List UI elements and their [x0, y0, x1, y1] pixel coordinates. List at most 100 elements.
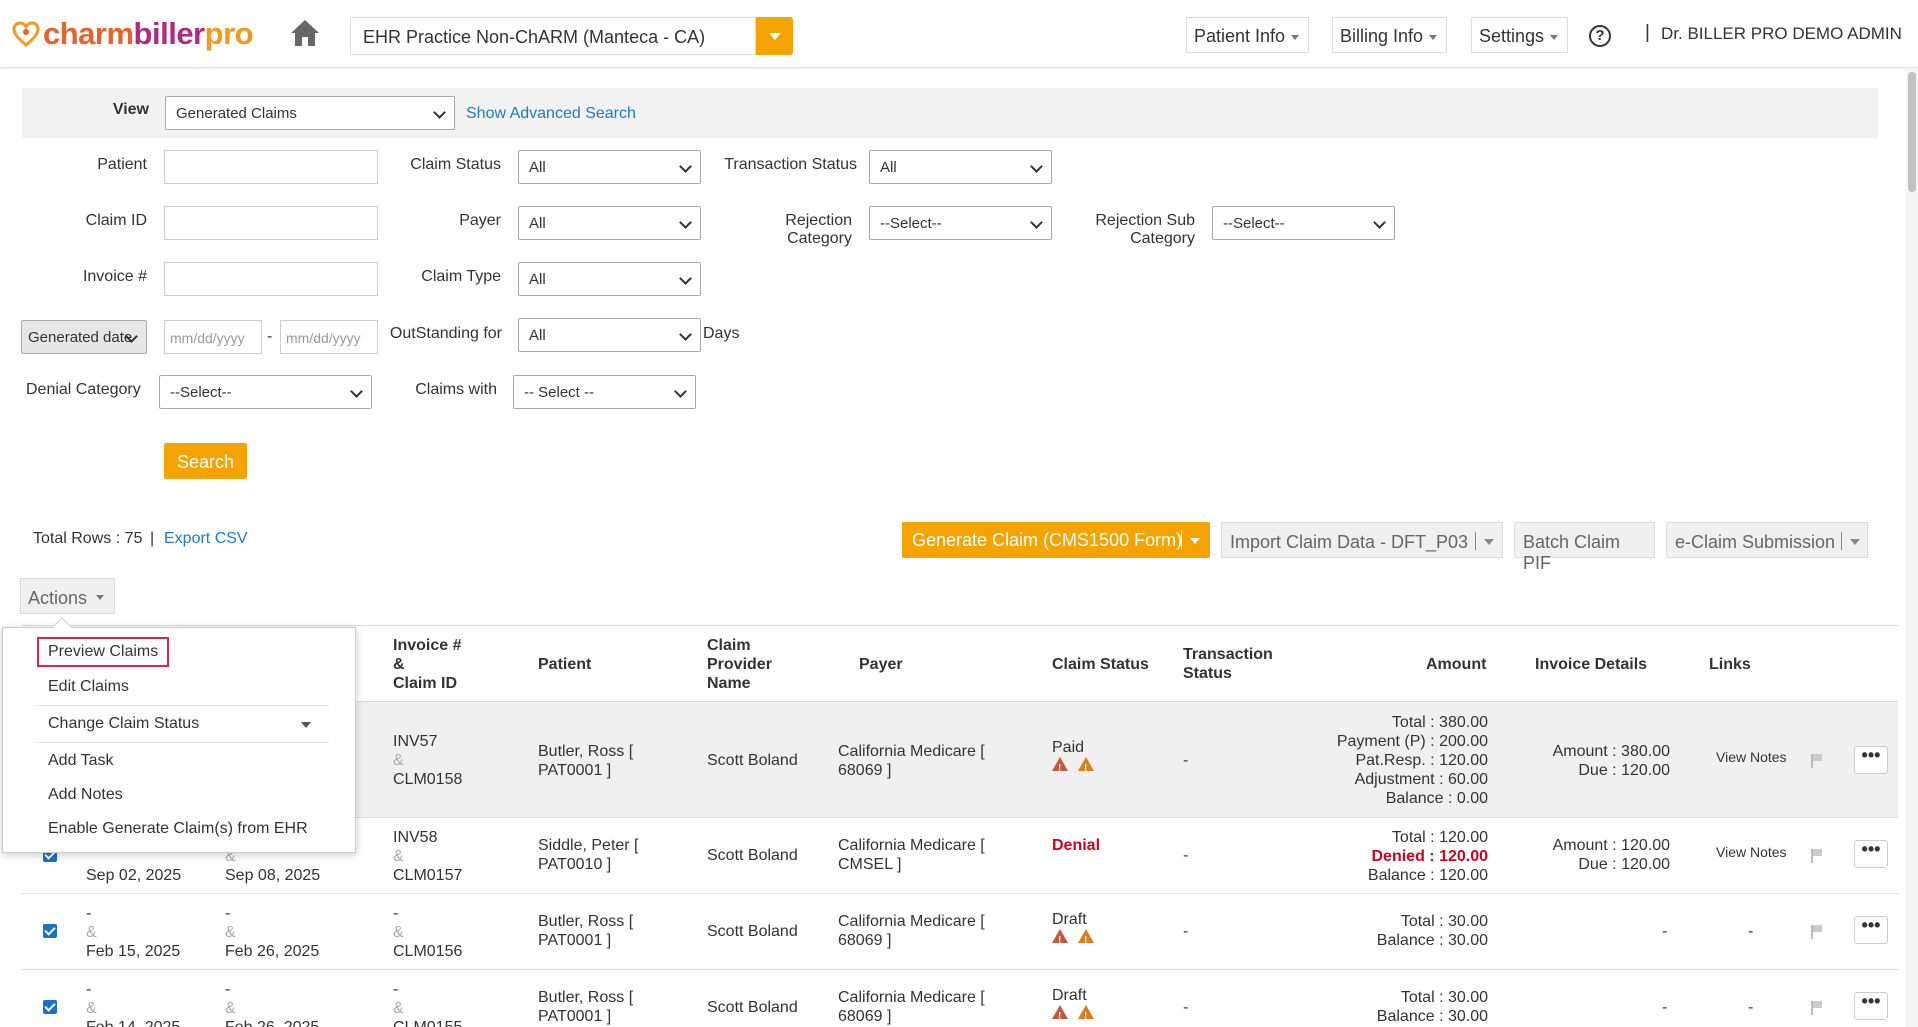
eclaim-label: e-Claim Submission: [1675, 532, 1836, 552]
flag-icon[interactable]: [1811, 754, 1822, 768]
claims-with-select[interactable]: -- Select --: [513, 375, 696, 409]
cell-line: California Medicare [: [838, 743, 985, 760]
menu-item-change-claim-status[interactable]: Change Claim Status: [48, 715, 199, 733]
claim-id[interactable]: CLM0158: [393, 771, 462, 788]
menu-item-enable-generate-claims[interactable]: Enable Generate Claim(s) from EHR: [48, 820, 308, 838]
warning-icon[interactable]: [1052, 1005, 1068, 1026]
payer-cell: California Medicare [CMSEL ]: [838, 836, 985, 874]
date-type-select[interactable]: Generated date: [21, 320, 147, 354]
view-notes-link[interactable]: View Notes: [1716, 843, 1787, 862]
menu-item-preview-claims[interactable]: Preview Claims: [37, 637, 170, 667]
generate-claim-button[interactable]: Generate Claim (CMS1500 Form): [902, 522, 1210, 558]
claim-id[interactable]: CLM0156: [393, 943, 462, 960]
home-icon[interactable]: [289, 18, 321, 48]
patient-cell[interactable]: Butler, Ross [PAT0001 ]: [538, 742, 633, 780]
menu-item-add-task[interactable]: Add Task: [48, 752, 114, 770]
more-options-button[interactable]: •••: [1854, 840, 1888, 868]
patient-input[interactable]: [164, 150, 378, 184]
nav-settings[interactable]: Settings: [1471, 17, 1568, 53]
table-row[interactable]: - & Feb 15, 2025 - & Feb 26, 2025 - & CLM0156 …: [22, 893, 1898, 969]
row-checkbox[interactable]: [43, 924, 57, 938]
more-options-button[interactable]: •••: [1854, 992, 1888, 1020]
warning-icon[interactable]: [1078, 757, 1094, 778]
search-button[interactable]: Search: [164, 443, 247, 479]
col-invoice-claim-id[interactable]: Invoice # & Claim ID: [393, 636, 461, 693]
col-amount[interactable]: Amount: [1426, 655, 1486, 674]
actions-button[interactable]: Actions: [20, 578, 115, 614]
col-invoice-details[interactable]: Invoice Details: [1535, 655, 1647, 674]
help-icon[interactable]: ?: [1589, 25, 1611, 47]
flag-icon[interactable]: [1811, 849, 1822, 863]
scrollbar-thumb[interactable]: [1908, 72, 1916, 192]
warning-icon[interactable]: [1052, 757, 1068, 778]
invoice-claim-cell: - & CLM0155: [393, 980, 462, 1027]
col-provider[interactable]: Claim Provider Name: [707, 636, 772, 693]
table-row[interactable]: -&Feb 14, 2025 -&Feb 26, 2025 -&CLM0155 …: [22, 969, 1898, 1027]
col-payer[interactable]: Payer: [859, 655, 903, 674]
eclaim-submission-button[interactable]: e-Claim Submission: [1666, 522, 1868, 558]
batch-claim-button[interactable]: Batch Claim PIF: [1514, 522, 1655, 573]
menu-item-edit-claims[interactable]: Edit Claims: [48, 678, 129, 696]
nav-patient-info[interactable]: Patient Info: [1186, 17, 1309, 53]
rejection-category-select[interactable]: --Select--: [869, 206, 1052, 240]
header-line: Status: [1183, 665, 1232, 682]
denial-category-select[interactable]: --Select--: [159, 375, 372, 409]
patient-cell[interactable]: Butler, Ross [PAT0001 ]: [538, 988, 633, 1026]
claim-status-select[interactable]: All: [518, 150, 701, 184]
claim-id[interactable]: CLM0155: [393, 1019, 462, 1027]
flag-icon[interactable]: [1811, 925, 1822, 939]
view-select[interactable]: Generated Claims: [165, 96, 455, 130]
warning-icon[interactable]: [1052, 929, 1068, 950]
user-name[interactable]: Dr. BILLER PRO DEMO ADMIN: [1661, 24, 1902, 44]
more-options-button[interactable]: •••: [1854, 746, 1888, 774]
caret-down-icon[interactable]: [1190, 538, 1200, 544]
col-patient[interactable]: Patient: [538, 655, 591, 674]
links-cell: -: [1748, 923, 1754, 940]
col-transaction-status[interactable]: Transaction Status: [1183, 645, 1273, 683]
actions-label: Actions: [28, 588, 88, 608]
charmbillerpro-logo[interactable]: charm biller pro: [12, 14, 254, 54]
export-csv-link[interactable]: Export CSV: [164, 530, 248, 548]
flag-icon[interactable]: [1811, 1001, 1822, 1015]
menu-item-add-notes[interactable]: Add Notes: [48, 786, 123, 804]
caret-down-icon[interactable]: [1850, 539, 1860, 545]
invoice-number[interactable]: INV58: [393, 829, 437, 846]
caret-down-icon[interactable]: [1484, 539, 1494, 545]
invoice-number[interactable]: INV57: [393, 733, 437, 750]
payer-select[interactable]: All: [518, 206, 701, 240]
transaction-status-select[interactable]: All: [869, 150, 1052, 184]
nav-billing-info[interactable]: Billing Info: [1332, 17, 1447, 53]
col-claim-status[interactable]: Claim Status: [1052, 655, 1149, 674]
transaction-cell: -: [1183, 923, 1189, 940]
warning-icon[interactable]: [1078, 1005, 1094, 1026]
warning-icon[interactable]: [1078, 929, 1094, 950]
rejection-sub-category-select[interactable]: --Select--: [1212, 206, 1395, 240]
provider-cell: Scott Boland: [707, 923, 798, 940]
claim-type-select[interactable]: All: [518, 262, 701, 296]
patient-cell[interactable]: Butler, Ross [PAT0001 ]: [538, 912, 633, 950]
col-links[interactable]: Links: [1709, 655, 1751, 674]
generate-claim-label: Generate Claim (CMS1500 Form): [912, 530, 1183, 550]
practice-dropdown-button[interactable]: [756, 17, 793, 55]
row-checkbox[interactable]: [43, 1000, 57, 1014]
import-claim-button[interactable]: Import Claim Data - DFT_P03: [1221, 522, 1503, 558]
amount-line: Total : 120.00: [1391, 829, 1488, 846]
patient-cell[interactable]: Siddle, Peter [PAT0010 ]: [538, 836, 639, 874]
date-to-input[interactable]: mm/dd/yyyy: [280, 320, 378, 354]
outstanding-select[interactable]: All: [518, 318, 701, 352]
links-cell: -: [1748, 999, 1754, 1016]
claim-id-input[interactable]: [164, 206, 378, 240]
invoice-details-cell: -: [1662, 923, 1668, 940]
view-notes-link[interactable]: View Notes: [1716, 748, 1787, 767]
transaction-cell: -: [1183, 847, 1189, 864]
claim-id[interactable]: CLM0157: [393, 867, 462, 884]
invoice-input[interactable]: [164, 262, 378, 296]
detail-line: Amount : 120.00: [1552, 837, 1670, 854]
date-from-input[interactable]: mm/dd/yyyy: [164, 320, 262, 354]
advanced-search-link[interactable]: Show Advanced Search: [466, 105, 636, 123]
caret-down-icon[interactable]: [301, 722, 311, 728]
split-divider: [1841, 532, 1842, 550]
page-scrollbar[interactable]: [1906, 68, 1918, 1027]
practice-selector[interactable]: EHR Practice Non-ChARM (Manteca - CA): [350, 17, 756, 55]
more-options-button[interactable]: •••: [1854, 916, 1888, 944]
